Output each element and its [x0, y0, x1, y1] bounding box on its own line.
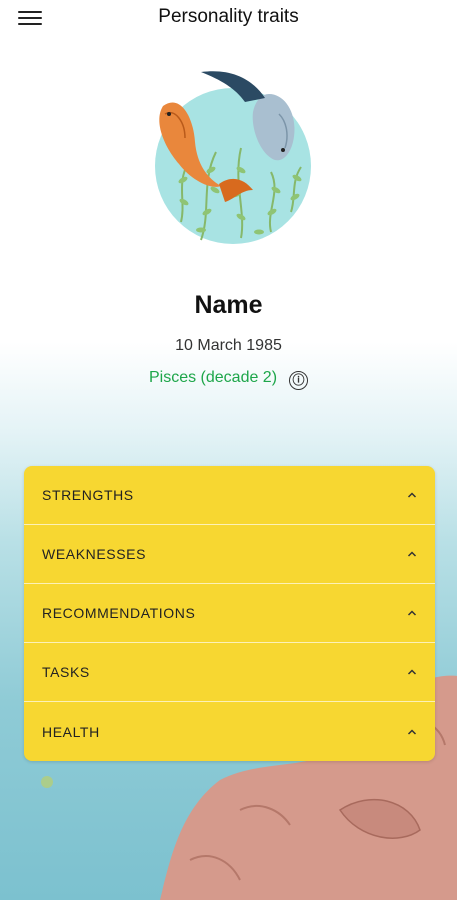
- app-bar: Personality traits: [0, 0, 457, 36]
- chevron-up-icon: [407, 551, 417, 557]
- pisces-illustration: [155, 71, 311, 244]
- section-tasks[interactable]: TASKS: [24, 643, 435, 702]
- chevron-up-icon: [407, 492, 417, 498]
- section-label: TASKS: [42, 664, 90, 680]
- section-strengths[interactable]: STRENGTHS: [24, 466, 435, 525]
- section-label: RECOMMENDATIONS: [42, 605, 196, 621]
- section-recommendations[interactable]: RECOMMENDATIONS: [24, 584, 435, 643]
- decorative-dot: [41, 776, 53, 788]
- section-label: STRENGTHS: [42, 487, 134, 503]
- chevron-up-icon: [407, 669, 417, 675]
- section-label: HEALTH: [42, 723, 100, 740]
- page-title: Personality traits: [158, 6, 299, 27]
- section-weaknesses[interactable]: WEAKNESSES: [24, 525, 435, 584]
- traits-accordion: STRENGTHS WEAKNESSES RECOMMENDATIONS TAS…: [24, 466, 435, 761]
- profile-name: Name: [194, 291, 263, 319]
- chevron-up-icon: [407, 728, 417, 735]
- section-label: WEAKNESSES: [42, 546, 147, 562]
- zodiac-sign-link[interactable]: Pisces (decade 2): [149, 369, 277, 386]
- section-health[interactable]: HEALTH: [24, 702, 435, 761]
- birth-date: 10 March 1985: [175, 337, 282, 354]
- zodiac-sign-row: Pisces (decade 2) ⓘ: [0, 369, 457, 390]
- info-icon[interactable]: ⓘ: [289, 371, 309, 390]
- chevron-up-icon: [407, 610, 417, 616]
